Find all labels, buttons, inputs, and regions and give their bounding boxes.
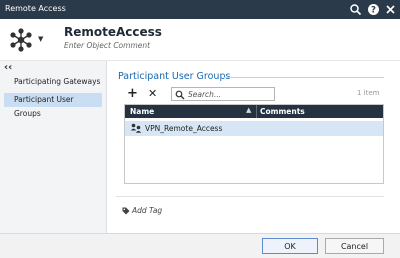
divider	[116, 196, 384, 197]
svg-text:?: ?	[371, 6, 376, 16]
object-name[interactable]: RemoteAccess	[64, 25, 162, 39]
sidebar: ‹‹ Participating Gateways Participant Us…	[0, 61, 107, 233]
window-title: Remote Access	[5, 4, 66, 13]
search-icon	[175, 90, 185, 102]
column-separator[interactable]	[256, 105, 257, 118]
dialog-footer: OK Cancel	[0, 233, 400, 258]
tag-icon	[122, 207, 130, 217]
user-group-icon	[130, 123, 142, 136]
plus-icon[interactable]: +	[127, 87, 138, 100]
x-icon[interactable]: ✕	[148, 88, 157, 100]
close-icon[interactable]	[384, 3, 397, 16]
cancel-button[interactable]: Cancel	[325, 238, 384, 254]
object-comment-field[interactable]: Enter Object Comment	[64, 41, 150, 50]
ok-button[interactable]: OK	[262, 238, 318, 254]
add-tag-label: Add Tag	[132, 206, 163, 215]
sort-ascending-icon[interactable]: ▲	[246, 106, 251, 114]
object-header: ▼ RemoteAccess Enter Object Comment	[0, 19, 400, 61]
network-object-icon[interactable]	[8, 27, 34, 55]
search-icon[interactable]	[349, 3, 362, 16]
search-box[interactable]	[171, 87, 275, 101]
user-groups-table: Name ▲ Comments VPN_Remote_Access	[124, 104, 384, 184]
section-divider	[224, 77, 384, 78]
search-input[interactable]	[188, 89, 272, 100]
row-name-cell: VPN_Remote_Access	[145, 124, 223, 133]
help-icon[interactable]: ?	[367, 3, 380, 16]
column-header-comments[interactable]: Comments	[260, 107, 305, 116]
title-bar: Remote Access ?	[0, 0, 400, 19]
column-header-name[interactable]: Name	[130, 107, 154, 116]
table-header: Name ▲ Comments	[125, 105, 383, 118]
table-row[interactable]: VPN_Remote_Access	[125, 121, 383, 136]
sidebar-item-participating-gateways[interactable]: Participating Gateways	[4, 75, 102, 89]
section-title: Participant User Groups	[118, 71, 231, 82]
chevron-down-icon[interactable]: ▼	[38, 35, 43, 43]
item-count: 1 item	[357, 89, 380, 97]
collapse-icon[interactable]: ‹‹	[4, 62, 12, 73]
sidebar-item-participant-user-groups[interactable]: Participant User Groups	[4, 93, 102, 118]
